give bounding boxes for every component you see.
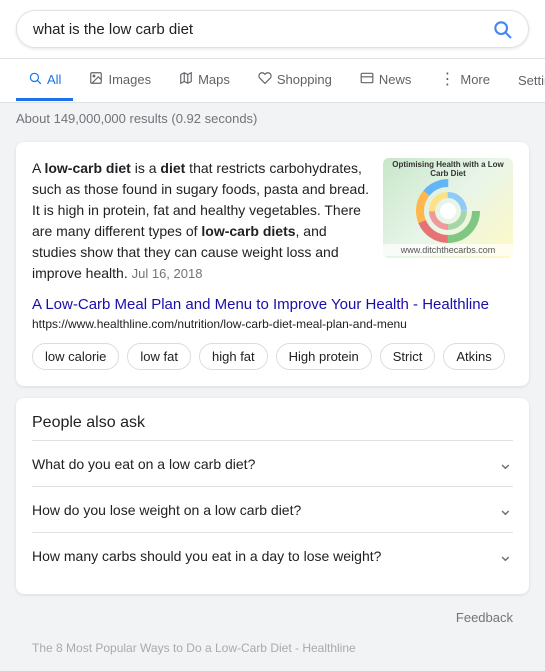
chart-title: Optimising Health with a Low Carb Diet (383, 160, 513, 178)
tab-all-label: All (47, 72, 61, 87)
main-content: A low-carb diet is a diet that restricts… (0, 134, 545, 671)
paa-item-0[interactable]: What do you eat on a low carb diet? ⌄ (32, 440, 513, 486)
paa-question-0: What do you eat on a low carb diet? (32, 456, 255, 472)
paa-question-2: How many carbs should you eat in a day t… (32, 548, 381, 564)
result-link-container: A Low-Carb Meal Plan and Menu to Improve… (32, 294, 513, 331)
result-description: A low-carb diet is a diet that restricts… (32, 158, 371, 284)
chart-url-label: www.ditchthecarbs.com (383, 244, 513, 256)
tab-more[interactable]: ⋮ More (427, 59, 502, 102)
paa-title: People also ask (32, 414, 513, 432)
result-link[interactable]: A Low-Carb Meal Plan and Menu to Improve… (32, 296, 489, 313)
tab-all-icon (28, 71, 42, 88)
tag-strict[interactable]: Strict (380, 343, 436, 370)
result-image: Optimising Health with a Low Carb Diet w… (383, 158, 513, 258)
result-body: A low-carb diet is a diet that restricts… (32, 158, 513, 284)
people-also-ask-card: People also ask What do you eat on a low… (16, 398, 529, 594)
tab-images-label: Images (108, 72, 151, 87)
tag-atkins[interactable]: Atkins (443, 343, 504, 370)
tab-shopping-icon (258, 71, 272, 88)
search-icon (492, 19, 512, 39)
paa-item-2[interactable]: How many carbs should you eat in a day t… (32, 532, 513, 578)
chevron-down-icon-2: ⌄ (498, 545, 513, 566)
tab-more-label: More (460, 72, 490, 87)
result-card: A low-carb diet is a diet that restricts… (16, 142, 529, 386)
result-url: https://www.healthline.com/nutrition/low… (32, 317, 513, 331)
tab-news-label: News (379, 72, 412, 87)
bold-diet: diet (160, 160, 185, 176)
paa-item-1[interactable]: How do you lose weight on a low carb die… (32, 486, 513, 532)
bold-low-carb-diets: low-carb diets (201, 223, 295, 239)
tab-news[interactable]: News (348, 61, 424, 101)
bold-low-carb-diet: low-carb diet (44, 160, 130, 176)
result-date: Jul 16, 2018 (132, 266, 203, 281)
settings-link[interactable]: Settings (510, 63, 545, 98)
search-bar: what is the low carb diet (16, 10, 529, 48)
search-bar-container: what is the low carb diet (0, 0, 545, 59)
chevron-down-icon-1: ⌄ (498, 499, 513, 520)
tag-low-calorie[interactable]: low calorie (32, 343, 119, 370)
tab-shopping-label: Shopping (277, 72, 332, 87)
paa-question-1: How do you lose weight on a low carb die… (32, 502, 301, 518)
bottom-hint: The 8 Most Popular Ways to Do a Low-Carb… (16, 633, 529, 663)
nav-tabs: All Images Maps Shopping (0, 59, 545, 103)
tag-high-protein[interactable]: High protein (276, 343, 372, 370)
tags-row: low calorie low fat high fat High protei… (32, 343, 513, 370)
tab-news-icon (360, 71, 374, 88)
tag-low-fat[interactable]: low fat (127, 343, 191, 370)
search-input[interactable]: what is the low carb diet (33, 21, 492, 38)
desc-text: A low-carb diet is a diet that restricts… (32, 160, 369, 281)
feedback-link[interactable]: Feedback (456, 610, 513, 625)
tab-maps[interactable]: Maps (167, 61, 242, 101)
tab-images-icon (89, 71, 103, 88)
tab-maps-icon (179, 71, 193, 88)
chevron-down-icon-0: ⌄ (498, 453, 513, 474)
result-count: About 149,000,000 results (0.92 seconds) (0, 103, 545, 134)
tab-shopping[interactable]: Shopping (246, 61, 344, 101)
tab-maps-label: Maps (198, 72, 230, 87)
search-button[interactable] (492, 19, 512, 39)
tab-more-icon: ⋮ (439, 69, 455, 89)
tab-all[interactable]: All (16, 61, 73, 101)
tab-images[interactable]: Images (77, 61, 163, 101)
feedback-row: Feedback (16, 606, 529, 633)
tag-high-fat[interactable]: high fat (199, 343, 268, 370)
pie-chart-svg (408, 173, 488, 243)
